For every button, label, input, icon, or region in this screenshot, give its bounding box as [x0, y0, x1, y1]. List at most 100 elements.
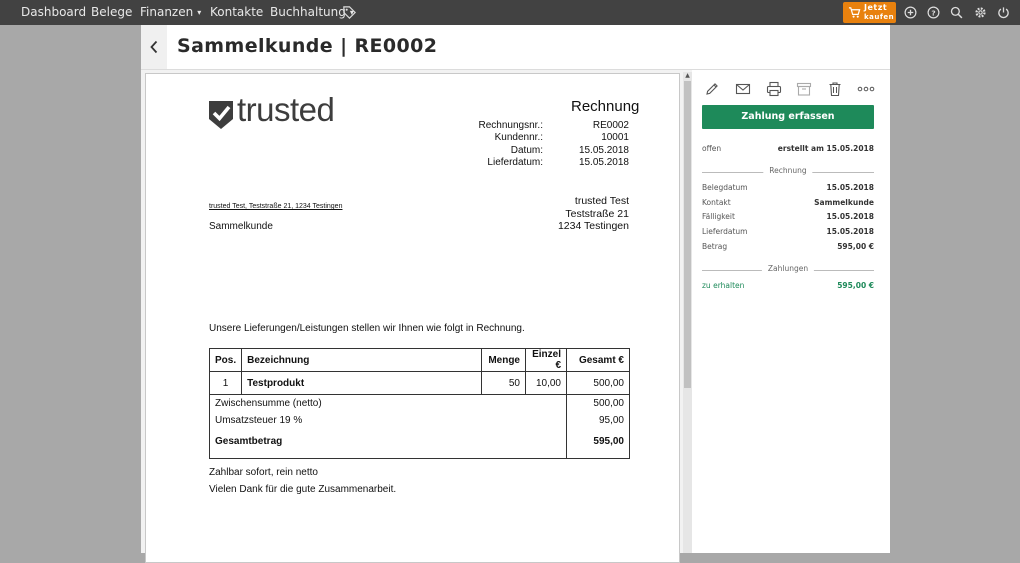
row-description: Testprodukt: [241, 371, 482, 395]
invoice-document: trusted Rechnung Rechnungsnr.: RE0002 Ku…: [145, 73, 680, 563]
receivable-row: zu erhalten 595,00 €: [702, 281, 874, 295]
document-view: Sammelkunde | RE0002 trusted Rechnung Re…: [141, 25, 890, 563]
customer-number-label: Kundennr.:: [494, 132, 543, 143]
subtotal-label: Zwischensumme (netto): [215, 398, 322, 409]
more-icon[interactable]: [857, 81, 875, 97]
plus-circle-icon[interactable]: [904, 6, 917, 19]
top-navigation: Dashboard Belege Finanzen ▾ Kontakte Buch…: [0, 0, 1020, 25]
archive-icon[interactable]: [796, 81, 812, 97]
help-icon[interactable]: ?: [927, 6, 940, 19]
detail-row: Betrag 595,00 €: [702, 242, 874, 256]
section-invoice: Rechnung: [702, 166, 874, 178]
payment-terms: Zahlbar sofort, rein netto: [209, 467, 318, 478]
table-header-row: Pos. Bezeichnung Menge Einzel € Gesamt €: [208, 348, 630, 372]
logo: trusted: [237, 91, 335, 128]
nav-buchhaltung-label: Buchhaltung: [270, 5, 346, 19]
cart-icon: [848, 7, 861, 18]
subtotal-value: 500,00: [593, 398, 624, 409]
col-total: Gesamt €: [566, 348, 630, 372]
created-date: erstellt am 15.05.2018: [777, 144, 874, 153]
nav-finanzen[interactable]: Finanzen ▾: [140, 0, 201, 25]
col-description: Bezeichnung: [241, 348, 482, 372]
power-icon[interactable]: [997, 6, 1010, 19]
detail-label: Lieferdatum: [702, 227, 748, 236]
customer-number-value: 10001: [601, 132, 629, 143]
sender-street: Teststraße 21: [565, 208, 629, 220]
totals-row: Zwischensumme (netto) Umsatzsteuer 19 % …: [209, 394, 630, 459]
delivery-date-value: 15.05.2018: [578, 157, 629, 168]
detail-value: 15.05.2018: [826, 227, 874, 236]
back-button[interactable]: [141, 25, 167, 69]
row-pos: 1: [208, 371, 243, 395]
detail-row: Belegdatum 15.05.2018: [702, 183, 874, 197]
line-items-table: Pos. Bezeichnung Menge Einzel € Gesamt €…: [208, 348, 630, 459]
section-payments: Zahlungen: [702, 264, 874, 276]
trash-icon[interactable]: [827, 81, 843, 97]
receivable-label: zu erhalten: [702, 281, 745, 290]
detail-value: 15.05.2018: [826, 183, 874, 192]
invoice-number-label: Rechnungsnr.:: [478, 120, 544, 131]
grand-total-value: 595,00: [593, 436, 624, 447]
chevron-down-icon: ▾: [197, 8, 202, 17]
nav-belege[interactable]: Belege: [91, 0, 132, 25]
search-icon[interactable]: [950, 6, 963, 19]
record-payment-button[interactable]: Zahlung erfassen: [702, 105, 874, 129]
row-quantity: 50: [481, 371, 526, 395]
detail-value: 15.05.2018: [826, 212, 874, 221]
sender-line: trusted Test, Teststraße 21, 1234 Testin…: [209, 203, 343, 210]
logo-shield-icon: [209, 101, 233, 129]
scrollbar-thumb[interactable]: [684, 81, 691, 388]
mail-icon[interactable]: [735, 81, 751, 97]
detail-label: Fälligkeit: [702, 212, 735, 221]
tax-label: Umsatzsteuer 19 %: [215, 415, 303, 426]
nav-dashboard[interactable]: Dashboard: [21, 0, 86, 25]
detail-row: Fälligkeit 15.05.2018: [702, 212, 874, 226]
recipient: Sammelkunde: [209, 221, 273, 232]
print-icon[interactable]: [766, 81, 782, 97]
nav-kontakte[interactable]: Kontakte: [210, 0, 263, 25]
scrollbar[interactable]: ▲: [683, 72, 692, 553]
totals-labels: Zwischensumme (netto) Umsatzsteuer 19 % …: [209, 394, 567, 459]
invoice-preview: trusted Rechnung Rechnungsnr.: RE0002 Ku…: [141, 70, 692, 563]
date-value: 15.05.2018: [578, 145, 629, 156]
page-title: Sammelkunde | RE0002: [177, 35, 438, 57]
receivable-value: 595,00 €: [837, 281, 874, 290]
tag-icon[interactable]: [342, 5, 357, 20]
title-bar: Sammelkunde | RE0002: [141, 25, 890, 70]
buy-now-button[interactable]: Jetzt kaufen: [843, 2, 896, 23]
scroll-up-arrow-icon[interactable]: ▲: [683, 72, 692, 80]
grand-total-label: Gesamtbetrag: [215, 436, 283, 447]
intro-text: Unsere Lieferungen/Leistungen stellen wi…: [209, 323, 525, 334]
section-payments-label: Zahlungen: [761, 264, 815, 273]
buy-now-label-1: Jetzt: [864, 3, 888, 12]
detail-row: Kontakt Sammelkunde: [702, 198, 874, 212]
detail-label: Betrag: [702, 242, 728, 251]
detail-label: Kontakt: [702, 198, 731, 207]
detail-value: 595,00 €: [837, 242, 874, 251]
details-sidebar: Zahlung erfassen offen erstellt am 15.05…: [692, 70, 890, 553]
closing-text: Vielen Dank für die gute Zusammenarbeit.: [209, 484, 397, 495]
sender-name: trusted Test: [574, 195, 629, 207]
section-invoice-label: Rechnung: [763, 166, 813, 175]
detail-label: Belegdatum: [702, 183, 748, 192]
col-unit-price: Einzel €: [525, 348, 567, 372]
detail-row: Lieferdatum 15.05.2018: [702, 227, 874, 241]
date-label: Datum:: [510, 145, 543, 156]
totals-values: 500,00 95,00 595,00: [566, 394, 630, 459]
status-row: offen erstellt am 15.05.2018: [702, 144, 874, 158]
col-quantity: Menge: [481, 348, 526, 372]
gear-icon[interactable]: [974, 6, 987, 19]
col-pos: Pos.: [208, 348, 243, 372]
table-row: 1 Testprodukt 50 10,00 500,00: [208, 371, 630, 395]
nav-finanzen-label: Finanzen: [140, 5, 194, 19]
detail-value: Sammelkunde: [814, 198, 874, 207]
tax-value: 95,00: [598, 415, 624, 426]
invoice-number-value: RE0002: [592, 120, 629, 131]
chevron-left-icon: [150, 40, 158, 54]
svg-text:?: ?: [931, 8, 935, 17]
invoice-title: Rechnung: [571, 98, 640, 115]
status-badge: offen: [702, 144, 722, 153]
edit-icon[interactable]: [704, 81, 720, 97]
delivery-date-label: Lieferdatum:: [487, 157, 543, 168]
sender-city: 1234 Testingen: [557, 220, 629, 232]
